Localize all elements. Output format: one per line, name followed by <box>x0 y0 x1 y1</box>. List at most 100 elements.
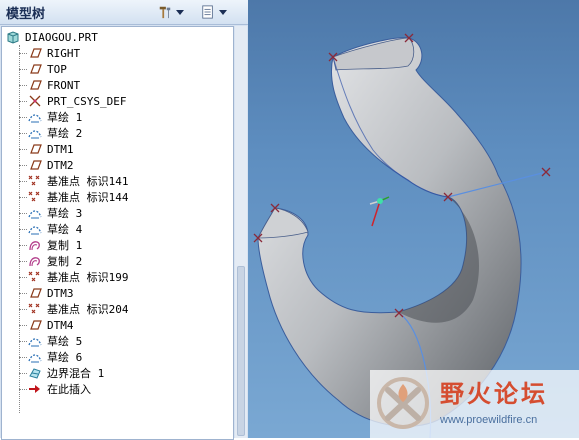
tree-connector <box>19 229 27 230</box>
tree-item[interactable]: 草绘 5 <box>28 333 82 349</box>
tree-item[interactable]: 基准点 标识141 <box>28 173 129 189</box>
tree-item-label: 基准点 标识199 <box>47 271 129 284</box>
tree-item[interactable]: FRONT <box>28 77 80 93</box>
tree-connector <box>19 325 27 326</box>
datum-point-icon <box>28 191 40 202</box>
model-tree-panel: 模型树 DIAOGOU.PRT RIGHT TOP FRONT PRT_CSYS… <box>0 0 248 440</box>
tree-item-label: 草绘 5 <box>47 335 83 348</box>
bottom-opening <box>257 207 309 239</box>
tree-item-label: 草绘 1 <box>47 111 83 124</box>
sketch-icon <box>28 210 42 219</box>
tree-item-label: DTM1 <box>47 142 74 156</box>
tree-item[interactable]: DTM1 <box>28 141 74 157</box>
tree-show-dropdown-button[interactable] <box>201 2 235 22</box>
tree-item-label: 基准点 标识141 <box>47 175 129 188</box>
panel-title: 模型树 <box>6 7 46 22</box>
tree-connector <box>19 261 27 262</box>
tree-connector <box>19 133 27 134</box>
tree-item-label: 复制 2 <box>47 255 83 268</box>
tree-item[interactable]: DTM4 <box>28 317 74 333</box>
datum-point-icon <box>28 175 40 186</box>
tree-connector <box>19 117 27 118</box>
chevron-down-icon <box>219 9 227 15</box>
tree-item[interactable]: 基准点 标识199 <box>28 269 129 285</box>
sketch-icon <box>28 354 42 363</box>
tree-item-label: 草绘 4 <box>47 223 83 236</box>
tree-connector <box>19 69 27 70</box>
tree-item[interactable]: 在此插入 <box>28 381 91 397</box>
tree-item-label: 草绘 3 <box>47 207 83 220</box>
tree-connector <box>19 149 27 150</box>
tree-connector <box>19 213 27 214</box>
scrollbar-thumb[interactable] <box>237 266 245 436</box>
tree-connector <box>19 165 27 166</box>
tree-connector <box>19 293 27 294</box>
csys-icon <box>29 95 41 107</box>
copy-icon <box>29 257 40 267</box>
tree-item[interactable]: DTM3 <box>28 285 74 301</box>
tree-item-label: 复制 1 <box>47 239 83 252</box>
tree-item-label: DTM4 <box>47 318 74 332</box>
datum-point-icon <box>28 271 40 282</box>
flame-logo <box>377 377 429 429</box>
tree-item[interactable]: 草绘 2 <box>28 125 82 141</box>
tree-connector <box>19 309 27 310</box>
tree-connector <box>19 101 27 102</box>
datum-plane-icon <box>30 48 42 58</box>
datum-plane-icon <box>30 160 42 170</box>
tree-item[interactable]: 复制 1 <box>28 237 82 253</box>
panel-header: 模型树 <box>0 0 248 25</box>
tree-tools-dropdown-button[interactable] <box>158 2 192 22</box>
hammer-wrench-icon <box>159 6 171 19</box>
copy-icon <box>29 241 40 251</box>
watermark-title: 野火论坛 <box>440 380 548 408</box>
tree-item[interactable]: 草绘 3 <box>28 205 82 221</box>
tree-item[interactable]: 草绘 6 <box>28 349 82 365</box>
tree-connector <box>19 53 27 54</box>
model-tree[interactable]: DIAOGOU.PRT RIGHT TOP FRONT PRT_CSYS_DEF 草绘 … <box>1 26 234 440</box>
tree-item[interactable]: 边界混合 1 <box>28 365 104 381</box>
datum-point-icon <box>28 303 40 314</box>
tree-item[interactable]: 草绘 1 <box>28 109 82 125</box>
sketch-icon <box>28 130 42 139</box>
sketch-icon <box>28 338 42 347</box>
tree-item-label: 基准点 标识204 <box>47 303 129 316</box>
tree-item-label: PRT_CSYS_DEF <box>47 94 127 108</box>
datum-plane-icon <box>30 80 42 90</box>
tree-connector <box>19 245 27 246</box>
csys-triad <box>369 196 390 227</box>
tree-connector <box>19 341 27 342</box>
tree-item[interactable]: PRT_CSYS_DEF <box>28 93 126 109</box>
tree-item[interactable]: 复制 2 <box>28 253 82 269</box>
tree-item[interactable]: TOP <box>28 61 67 77</box>
chevron-down-icon <box>176 9 184 15</box>
vertical-scrollbar[interactable] <box>235 26 247 438</box>
tree-item-label: TOP <box>47 62 67 76</box>
watermark: 野火论坛 www.proewildfire.cn <box>370 370 579 438</box>
tree-item-label: 边界混合 1 <box>47 367 105 380</box>
tree-item[interactable]: 基准点 标识204 <box>28 301 129 317</box>
tree-connector <box>19 277 27 278</box>
watermark-url: www.proewildfire.cn <box>440 414 538 426</box>
tree-item[interactable]: RIGHT <box>28 45 80 61</box>
tree-item[interactable]: 基准点 标识144 <box>28 189 129 205</box>
tree-item-label: 在此插入 <box>47 383 91 396</box>
tree-root-label: DIAOGOU.PRT <box>25 30 98 44</box>
tree-connector <box>19 181 27 182</box>
tree-item-label: DTM2 <box>47 158 74 172</box>
tree-connector <box>19 389 27 390</box>
tree-item-label: FRONT <box>47 78 81 92</box>
tree-item[interactable]: DTM2 <box>28 157 74 173</box>
tree-item[interactable]: 草绘 4 <box>28 221 82 237</box>
datum-plane-icon <box>30 144 42 154</box>
tree-connector <box>19 373 27 374</box>
tree-connector <box>19 357 27 358</box>
datum-plane-icon <box>30 64 42 74</box>
tree-root[interactable]: DIAOGOU.PRT <box>6 29 98 45</box>
insert-arrow-icon <box>29 385 40 393</box>
list-settings-icon <box>202 5 213 19</box>
datum-plane-icon <box>30 288 42 298</box>
tree-connector <box>19 85 27 86</box>
part-icon <box>7 31 19 44</box>
tree-item-label: RIGHT <box>47 46 81 60</box>
